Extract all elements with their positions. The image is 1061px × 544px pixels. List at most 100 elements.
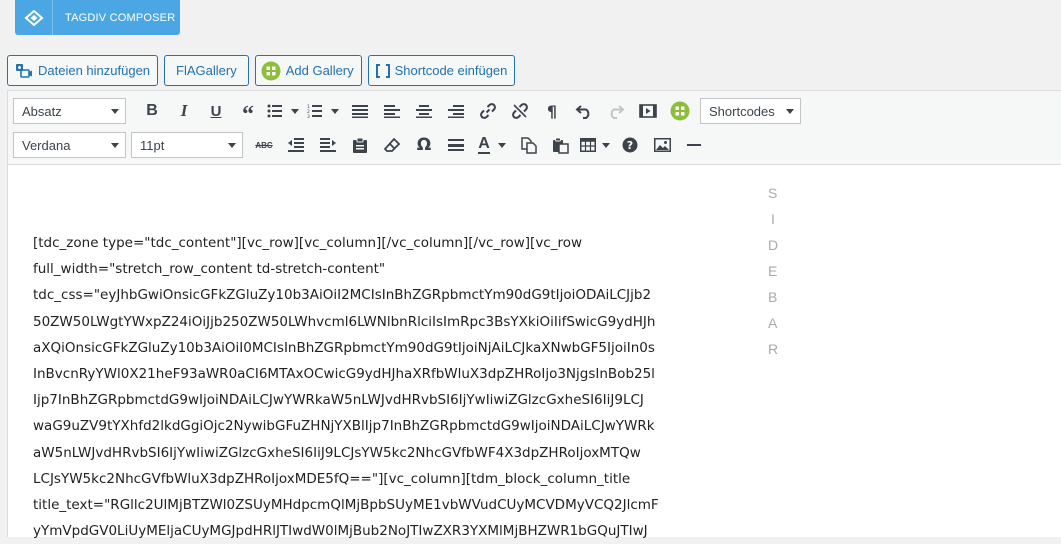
sidebar-letter: D [768, 237, 779, 253]
special-character-button[interactable]: Ω [408, 131, 440, 159]
tagdiv-composer-button[interactable]: TAGDIV COMPOSER [15, 0, 180, 35]
insert-image-button[interactable] [646, 131, 678, 159]
content-line: 50ZW50LWgtYWxpZ24iOiJjb250ZW50LWhvcml6LW… [33, 313, 656, 330]
unlink-icon [512, 103, 528, 119]
add-media-label: Dateien hinzufügen [38, 63, 151, 78]
font-size-select[interactable]: 11pt [131, 132, 243, 158]
copy-icon [520, 136, 537, 154]
shortcode-brackets-icon [375, 63, 390, 78]
shortcodes-select-value: Shortcodes [709, 103, 775, 119]
align-right-button[interactable] [440, 97, 472, 125]
image-icon [653, 138, 671, 152]
redo-button[interactable] [600, 97, 632, 125]
align-justify-button[interactable] [344, 97, 376, 125]
align-center-button[interactable] [408, 97, 440, 125]
help-icon: ? [622, 137, 638, 153]
underline-icon: U [210, 102, 222, 120]
content-line: [tdc_zone type="tdc_content"][vc_row][vc… [33, 235, 583, 251]
help-button[interactable]: ? [614, 131, 646, 159]
content-line: tdc_css="eyJhbGwiOnsicGFkZGluZy10b3AiOiI… [33, 287, 652, 304]
paste-button[interactable] [544, 131, 576, 159]
paste-as-text-button[interactable] [344, 131, 376, 159]
eraser-icon [383, 137, 400, 152]
strikethrough-icon: ABC [255, 140, 273, 150]
content-line: full_width="stretch_row_content td-stret… [33, 261, 386, 278]
bold-button[interactable]: B [136, 97, 168, 125]
redo-icon [610, 105, 625, 119]
font-family-value: Verdana [22, 137, 71, 153]
clear-formatting-button[interactable] [376, 131, 408, 159]
chevron-down-icon [228, 142, 236, 148]
read-more-button[interactable] [678, 131, 710, 159]
horizontal-line-button[interactable] [440, 131, 472, 159]
nextgen-gallery-icon [670, 101, 690, 121]
format-select[interactable]: Absatz [13, 98, 126, 124]
insert-link-button[interactable] [472, 97, 504, 125]
toolbar-row-2: Verdana 11pt ABC Ω A ? [13, 131, 710, 159]
clipboard-icon [353, 137, 367, 153]
underline-button[interactable]: U [200, 97, 232, 125]
font-family-select[interactable]: Verdana [13, 132, 126, 158]
insert-shortcode-label: Shortcode einfügen [394, 63, 508, 78]
outdent-icon [288, 138, 304, 152]
numbered-list-button[interactable]: 1 2 3 [302, 97, 344, 125]
blockquote-button[interactable]: “ [232, 97, 264, 128]
omega-icon: Ω [416, 135, 432, 155]
editor-toolbar: Absatz B I U “ 1 2 3 ¶ Shortcodes Verdan… [8, 91, 1061, 165]
sidebar-letter: R [768, 341, 779, 357]
sidebar-letter: I [771, 211, 775, 227]
film-icon [639, 104, 657, 118]
shortcode-content[interactable]: [tdc_zone type="tdc_content"][vc_row][vc… [33, 230, 733, 544]
add-media-button[interactable]: Dateien hinzufügen [7, 55, 159, 86]
paragraph-marks-button[interactable]: ¶ [536, 97, 568, 125]
table-icon [580, 138, 596, 152]
undo-icon [575, 105, 590, 119]
content-line: Ijp7InBhZGRpbmctdG9wIjoiNDAiLCJwYWRkaW5n… [33, 392, 644, 409]
outdent-button[interactable] [280, 131, 312, 159]
composer-button-wrap: TAGDIV COMPOSER [15, 0, 180, 35]
chevron-down-icon [291, 108, 299, 114]
shortcodes-select[interactable]: Shortcodes [700, 98, 801, 124]
bullet-list-button[interactable] [264, 97, 302, 125]
insert-media-embed-button[interactable] [632, 97, 664, 125]
align-right-icon [448, 104, 464, 118]
remove-link-button[interactable] [504, 97, 536, 125]
numbered-list-icon: 1 2 3 [307, 104, 322, 118]
indent-button[interactable] [312, 131, 344, 159]
blockquote-icon: “ [242, 101, 254, 128]
media-icon [15, 63, 33, 79]
insert-shortcode-button[interactable]: Shortcode einfügen [367, 55, 516, 86]
media-buttons: Dateien hinzufügen FlAGallery Add Galler… [7, 55, 516, 86]
flagallery-button[interactable]: FlAGallery [164, 55, 249, 86]
sidebar-letter: B [768, 289, 778, 305]
paste-icon [552, 137, 569, 154]
chevron-down-icon [602, 142, 610, 148]
horizontal-rule-icon [448, 139, 464, 151]
content-line: LCJsYW5kc2NhcGVfbWluX3dpZHRoIjoxMDE5fQ==… [33, 470, 631, 487]
copy-button[interactable] [512, 131, 544, 159]
indent-icon [320, 138, 336, 152]
gallery-button[interactable] [664, 97, 696, 125]
editor-content-area[interactable]: [tdc_zone type="tdc_content"][vc_row][vc… [8, 166, 1061, 539]
link-icon [480, 103, 496, 119]
strikethrough-button[interactable]: ABC [248, 131, 280, 159]
content-line: aW5nLWJvdHRvbSI6IjYwIiwiZGlzcGxheSI6IiJ9… [33, 444, 641, 461]
bold-icon: B [146, 102, 158, 119]
svg-text:?: ? [627, 139, 633, 152]
align-left-button[interactable] [376, 97, 408, 125]
text-color-button[interactable]: A [472, 131, 512, 159]
content-line: InBvcnRyYWl0X21heF93aWR0aCI6MTAxOCwicG9y… [33, 366, 655, 383]
chevron-down-icon [111, 108, 119, 114]
chevron-down-icon [331, 108, 339, 114]
undo-button[interactable] [568, 97, 600, 125]
content-line: yYmVpdGV0LiUyMEljaCUyMGJpdHRlJTIwdW0lMjB… [33, 523, 648, 540]
sidebar-letter: S [768, 185, 778, 201]
pilcrow-icon: ¶ [546, 101, 558, 121]
table-button[interactable] [576, 131, 614, 159]
italic-icon: I [180, 101, 188, 120]
italic-button[interactable]: I [168, 97, 200, 125]
flagallery-label: FlAGallery [176, 63, 237, 78]
add-gallery-button[interactable]: Add Gallery [254, 55, 362, 86]
composer-label: TAGDIV COMPOSER [65, 11, 176, 24]
align-left-icon [384, 104, 400, 118]
